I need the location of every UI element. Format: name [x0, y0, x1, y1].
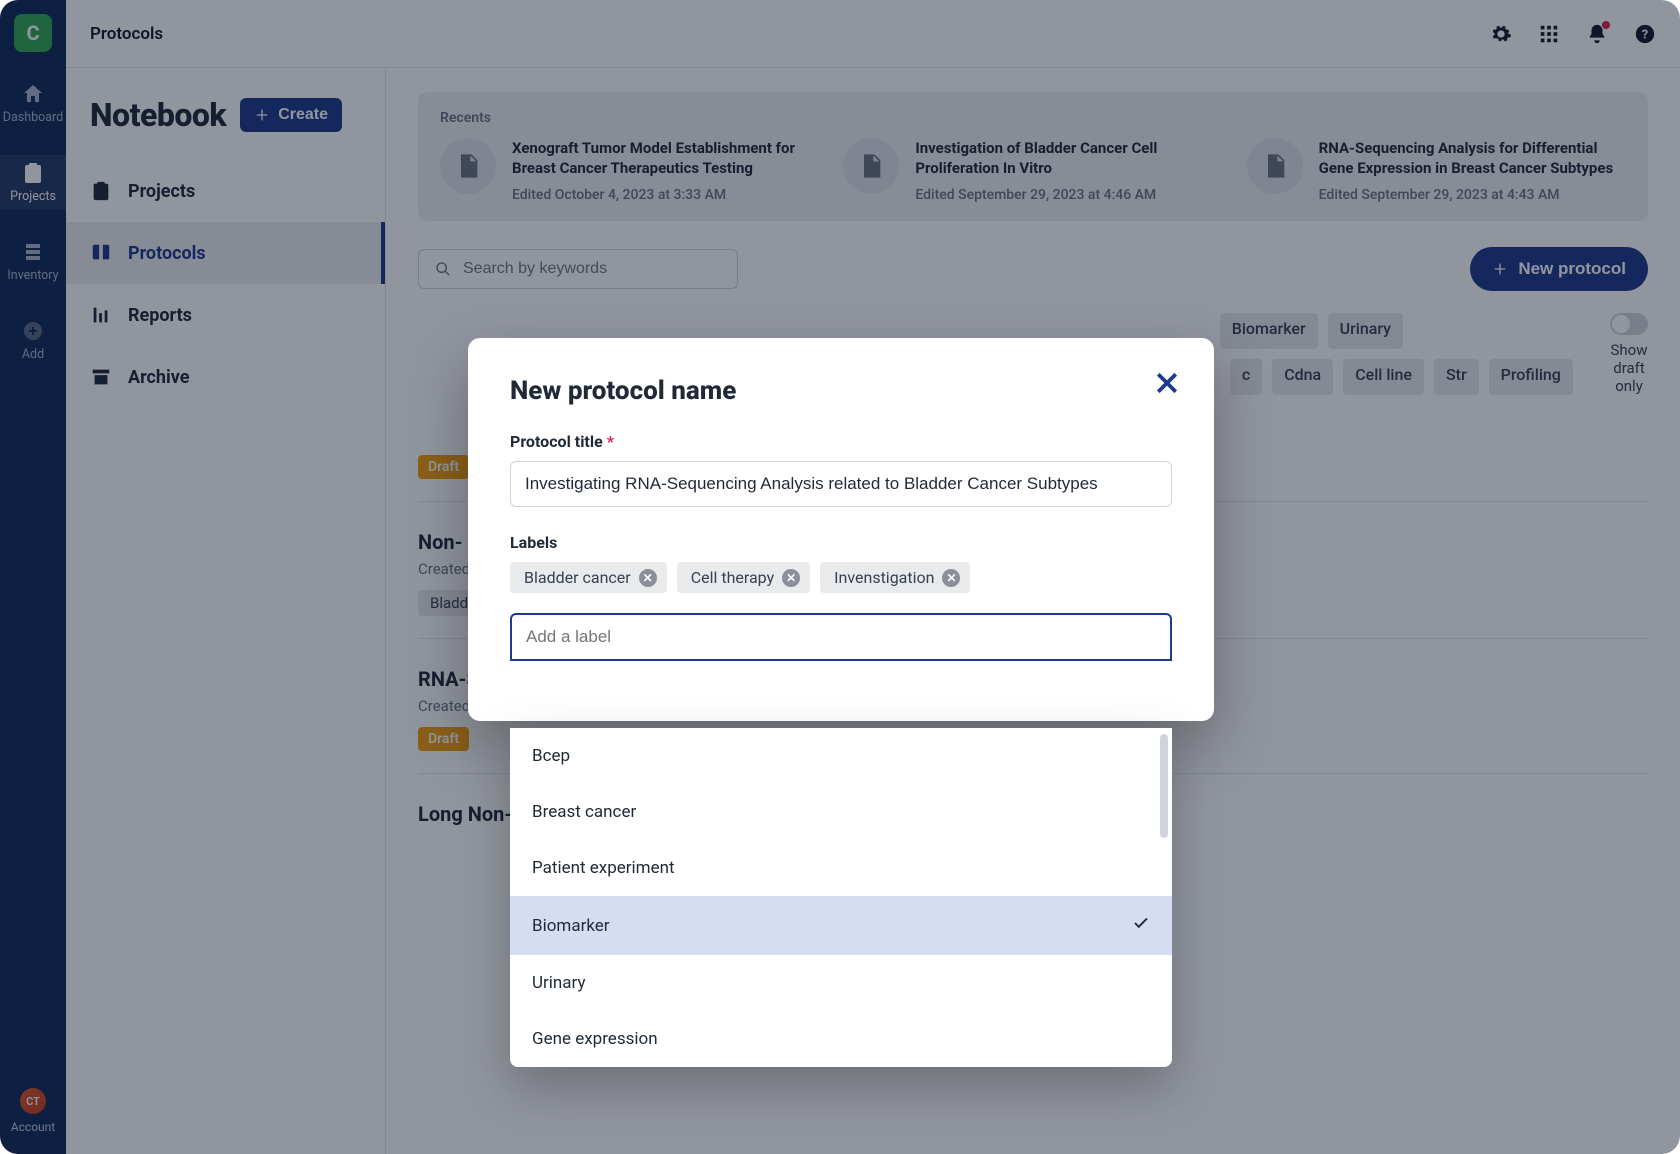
option-label: Bcep [532, 746, 570, 766]
field-label-labels: Labels [510, 533, 1172, 552]
chip-text: Invenstigation [834, 568, 934, 587]
selected-label-chip: Bladder cancer ✕ [510, 562, 667, 593]
dropdown-option[interactable]: Patient experiment [510, 840, 1172, 896]
check-icon [1132, 914, 1150, 937]
option-label: Patient experiment [532, 858, 675, 878]
dropdown-option[interactable]: Gene expression [510, 1011, 1172, 1067]
option-label: Urinary [532, 973, 586, 993]
add-label-input[interactable] [526, 627, 1156, 647]
dropdown-option[interactable]: Biomarker [510, 896, 1172, 955]
selected-label-chip: Cell therapy ✕ [677, 562, 810, 593]
option-label: Breast cancer [532, 802, 636, 822]
chip-text: Cell therapy [691, 568, 774, 587]
option-label: Gene expression [532, 1029, 658, 1049]
modal-title: New protocol name [510, 376, 1172, 406]
option-label: Biomarker [532, 916, 610, 936]
close-icon [1152, 368, 1182, 398]
dropdown-option[interactable]: Breast cancer [510, 784, 1172, 840]
protocol-title-input[interactable] [510, 461, 1172, 507]
label-input-wrapper[interactable] [510, 613, 1172, 661]
selected-label-chip: Invenstigation ✕ [820, 562, 970, 593]
dropdown-option[interactable]: Bcep [510, 728, 1172, 784]
label-dropdown: Bcep Breast cancer Patient experiment Bi… [510, 728, 1172, 1067]
remove-chip-button[interactable]: ✕ [639, 569, 657, 587]
scrollbar-thumb[interactable] [1160, 734, 1168, 838]
required-mark: * [607, 432, 614, 451]
dropdown-option[interactable]: Urinary [510, 955, 1172, 1011]
remove-chip-button[interactable]: ✕ [942, 569, 960, 587]
chip-text: Bladder cancer [524, 568, 631, 587]
new-protocol-modal: New protocol name Protocol title * Label… [468, 338, 1214, 721]
field-label-title: Protocol title * [510, 432, 1172, 451]
selected-labels: Bladder cancer ✕ Cell therapy ✕ Invensti… [510, 562, 1172, 593]
close-button[interactable] [1152, 368, 1182, 398]
remove-chip-button[interactable]: ✕ [782, 569, 800, 587]
